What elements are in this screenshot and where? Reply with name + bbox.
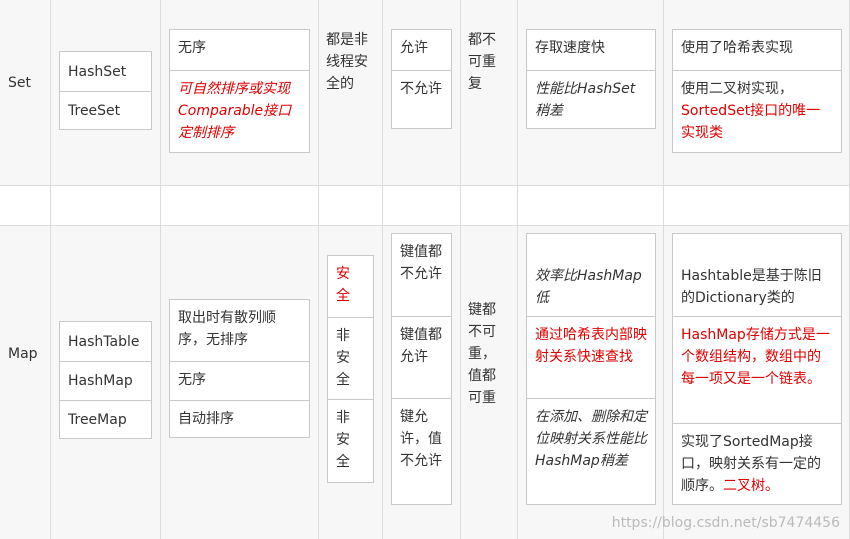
set-impl-detail-box: 使用了哈希表实现 使用二叉树实现， SortedSet接口的唯一实现类 <box>672 29 842 153</box>
grid-line <box>318 0 319 539</box>
grid-line <box>663 0 664 539</box>
map-duplicates: 键都不可重，值都可重 <box>468 302 496 406</box>
grid-line <box>460 0 461 539</box>
impl-treeset: TreeSet <box>60 91 151 130</box>
set-impl-box: HashSet TreeSet <box>59 51 152 130</box>
set-null-a: 允许 <box>400 40 428 56</box>
map-impl-c2: 二叉树。 <box>723 478 779 494</box>
grid-line <box>517 0 518 539</box>
map-thread-a: 安全 <box>336 266 350 304</box>
grid-line <box>382 0 383 539</box>
set-order-b: 可自然排序或实现Comparable接口定制排序 <box>170 70 309 153</box>
set-null-b: 不允许 <box>392 70 451 129</box>
map-impl-a: Hashtable是基于陈旧的Dictionary类的 <box>681 268 822 306</box>
grid-line <box>0 185 850 186</box>
map-null-c: 键允许，值不允许 <box>392 398 451 505</box>
set-impl-b2: SortedSet接口的唯一实现类 <box>681 103 821 141</box>
map-null-box: 键值都不允许 键值都允许 键允许，值不允许 <box>391 233 452 505</box>
map-null-b: 键值都允许 <box>392 316 451 398</box>
map-label: Map <box>8 346 38 362</box>
grid-line <box>50 0 51 539</box>
impl-hashset: HashSet <box>68 64 127 80</box>
set-perf-a: 存取速度快 <box>535 40 605 56</box>
map-order-a: 取出时有散列顺序，无排序 <box>178 310 276 348</box>
map-thread-c: 非安全 <box>328 399 373 483</box>
map-order-c: 自动排序 <box>170 400 309 438</box>
map-impl-box: HashTable HashMap TreeMap <box>59 321 152 439</box>
set-duplicates: 都不可重复 <box>468 32 496 92</box>
impl-hashtable: HashTable <box>68 334 140 350</box>
map-perf-c: 在添加、删除和定位映射关系性能比HashMap稍差 <box>527 398 655 505</box>
map-order-b: 无序 <box>170 361 309 400</box>
map-perf-b: 通过哈希表内部映射关系快速查找 <box>527 316 655 398</box>
map-order-box: 取出时有散列顺序，无排序 无序 自动排序 <box>169 299 310 438</box>
set-perf-box: 存取速度快 性能比HashSet稍差 <box>526 29 656 129</box>
map-null-a: 键值都不允许 <box>400 244 442 282</box>
set-label: Set <box>8 75 31 91</box>
grid-line <box>0 225 850 226</box>
set-impl-b: 使用二叉树实现， SortedSet接口的唯一实现类 <box>673 70 841 153</box>
map-impl-b: HashMap存储方式是一个数组结构，数组中的每一项又是一个链表。 <box>673 316 841 423</box>
map-perf-a: 效率比HashMap低 <box>535 268 642 306</box>
map-impl-c: 实现了SortedMap接口，映射关系有一定的顺序。二叉树。 <box>673 423 841 505</box>
set-order-a: 无序 <box>178 40 206 56</box>
set-impl-a: 使用了哈希表实现 <box>681 40 793 56</box>
impl-hashmap: HashMap <box>60 361 151 400</box>
grid-line <box>160 0 161 539</box>
set-perf-b: 性能比HashSet稍差 <box>527 70 655 129</box>
watermark: https://blog.csdn.net/sb7474456 <box>611 515 840 531</box>
set-impl-b1: 使用二叉树实现， <box>681 81 793 97</box>
map-impl-detail-box: Hashtable是基于陈旧的Dictionary类的 HashMap存储方式是… <box>672 233 842 505</box>
set-null-box: 允许 不允许 <box>391 29 452 129</box>
set-order-box: 无序 可自然排序或实现Comparable接口定制排序 <box>169 29 310 153</box>
impl-treemap: TreeMap <box>60 400 151 439</box>
set-thread-safety: 都是非线程安全的 <box>326 32 368 92</box>
map-thread-box: 安全 非安全 非安全 <box>327 255 374 483</box>
map-perf-box: 效率比HashMap低 通过哈希表内部映射关系快速查找 在添加、删除和定位映射关… <box>526 233 656 505</box>
map-thread-b: 非安全 <box>328 317 373 399</box>
